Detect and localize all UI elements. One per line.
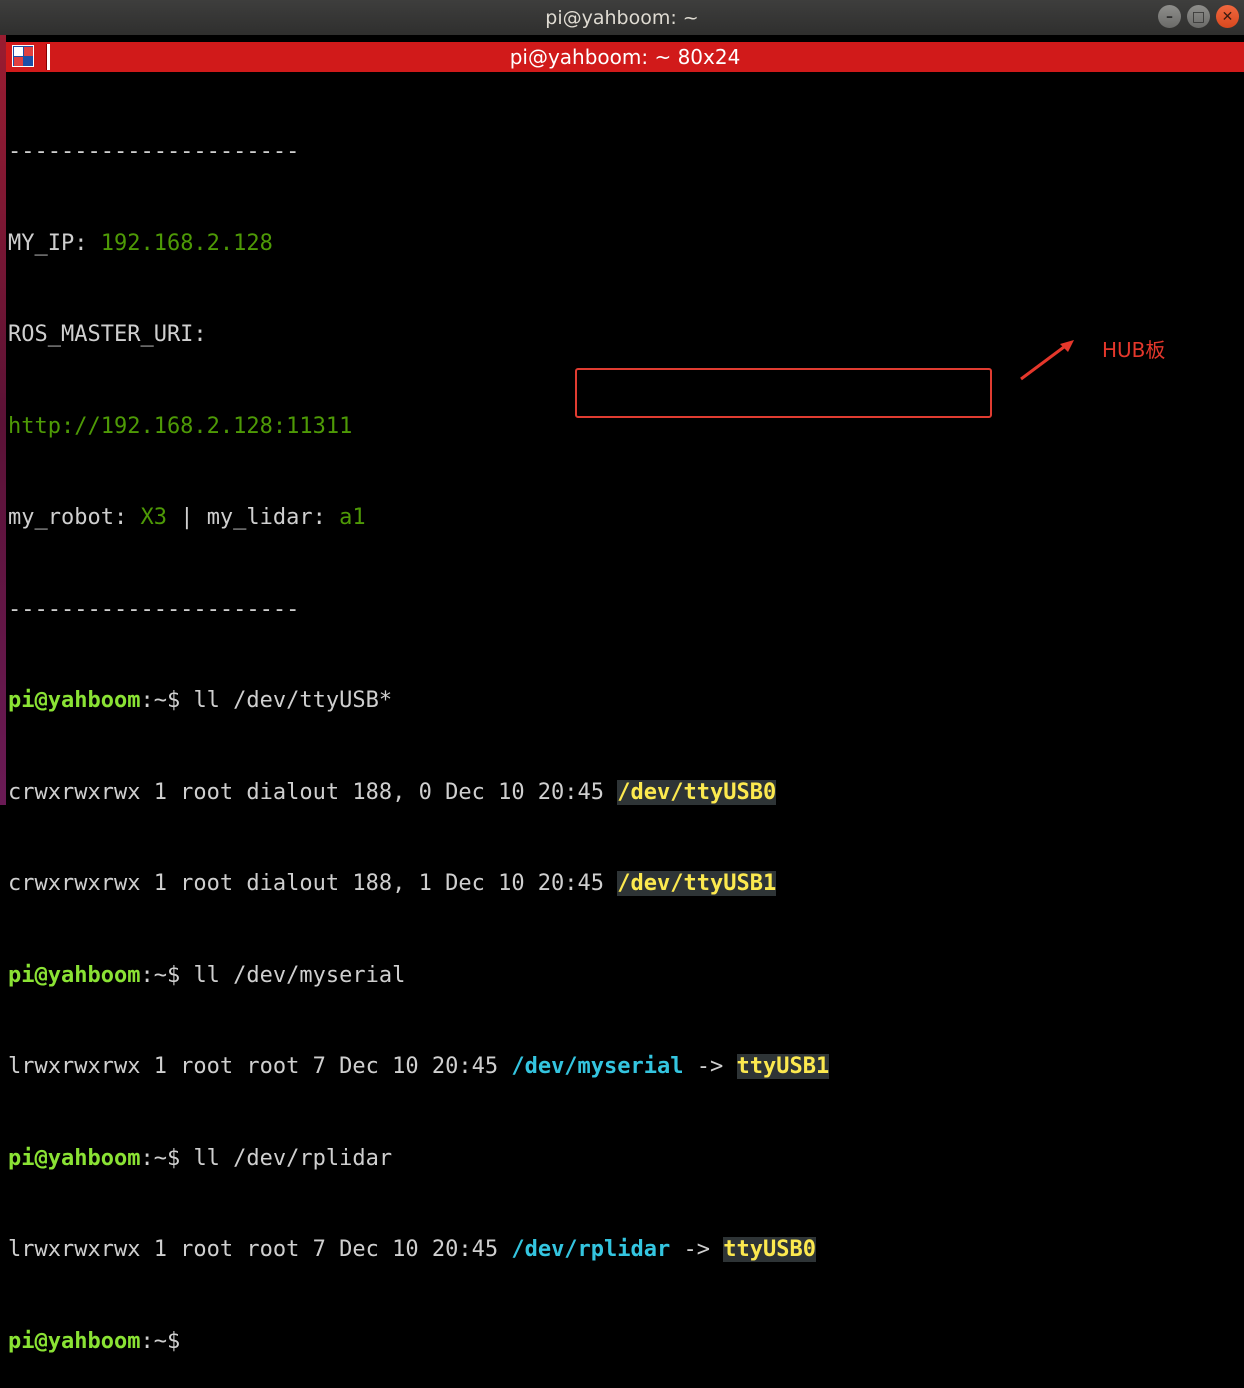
terminal-line: my_robot: X3 | my_lidar: a1 (8, 503, 1238, 534)
annotation-highlight-box (575, 368, 992, 418)
terminal-line: crwxrwxrwx 1 root dialout 188, 0 Dec 10 … (8, 778, 1238, 809)
file-meta: lrwxrwxrwx 1 root root 7 Dec 10 20:45 (8, 1054, 512, 1079)
device-path: /dev/ttyUSB0 (617, 779, 777, 805)
symlink-target: ttyUSB1 (736, 1054, 830, 1079)
terminal-output[interactable]: ---------------------- MY_IP: 192.168.2.… (8, 76, 1238, 1388)
window-controls: – □ ✕ (1158, 5, 1239, 28)
symlink-arrow: -> (670, 1237, 724, 1262)
terminal-line: pi@yahboom:~$ ll /dev/ttyUSB* (8, 686, 1238, 717)
terminal-line: ---------------------- (8, 595, 1238, 626)
prompt-suffix: :~$ (140, 962, 194, 988)
file-meta: lrwxrwxrwx 1 root root 7 Dec 10 20:45 (8, 1237, 512, 1262)
shell-prompt: pi@yahboom (8, 1145, 141, 1171)
terminal-line: pi@yahboom:~$ ll /dev/rplidar (8, 1144, 1238, 1175)
ros-master-value: http://192.168.2.128:11311 (8, 413, 353, 439)
lidar-value: a1 (339, 505, 366, 530)
terminal-line: pi@yahboom:~$ (8, 1327, 1238, 1358)
maximize-icon: □ (1191, 8, 1206, 25)
symlink-path: /dev/myserial (511, 1054, 684, 1079)
terminal-line: lrwxrwxrwx 1 root root 7 Dec 10 20:45 /d… (8, 1235, 1238, 1266)
shell-prompt: pi@yahboom (8, 962, 141, 988)
terminal-line: MY_IP: 192.168.2.128 (8, 229, 1238, 260)
separator-text: ---------------------- (8, 596, 300, 622)
prompt-suffix: :~$ (140, 1328, 194, 1354)
symlink-path: /dev/rplidar (511, 1237, 671, 1262)
desktop-edge (0, 35, 6, 805)
command-text: ll /dev/rplidar (193, 1145, 393, 1171)
my-ip-value: 192.168.2.128 (100, 230, 273, 256)
terminal-line: ---------------------- (8, 137, 1238, 168)
file-meta: crwxrwxrwx 1 root dialout 188, 0 Dec 10 … (8, 779, 618, 805)
robot-value: X3 (140, 505, 167, 530)
tab-title[interactable]: pi@yahboom: ~ 80x24 (510, 45, 741, 69)
command-text: ll /dev/myserial (193, 962, 406, 988)
symlink-target: ttyUSB0 (723, 1237, 816, 1262)
file-meta: crwxrwxrwx 1 root dialout 188, 1 Dec 10 … (8, 871, 618, 896)
minimize-button[interactable]: – (1158, 5, 1181, 28)
command-text: ll /dev/ttyUSB* (193, 688, 393, 713)
terminal-menu-icon[interactable] (12, 45, 34, 67)
ros-master-label: ROS_MASTER_URI: (8, 322, 207, 347)
separator-text: ---------------------- (8, 139, 300, 164)
close-icon: ✕ (1221, 8, 1234, 25)
prompt-suffix: :~$ (140, 688, 194, 713)
minimize-icon: – (1166, 8, 1173, 25)
tab-separator (46, 44, 50, 70)
terminal-tab-bar: pi@yahboom: ~ 80x24 (6, 42, 1244, 72)
terminal-line: crwxrwxrwx 1 root dialout 188, 1 Dec 10 … (8, 869, 1238, 900)
symlink-arrow: -> (683, 1054, 737, 1079)
robot-separator: | my_lidar: (166, 505, 340, 530)
annotation-arrow-icon (1020, 340, 1074, 381)
robot-label: my_robot: (8, 505, 141, 530)
my-ip-label: MY_IP: (8, 230, 101, 256)
maximize-button[interactable]: □ (1187, 5, 1210, 28)
close-button[interactable]: ✕ (1216, 5, 1239, 28)
terminal-line: lrwxrwxrwx 1 root root 7 Dec 10 20:45 /d… (8, 1052, 1238, 1083)
prompt-suffix: :~$ (140, 1145, 194, 1171)
shell-prompt: pi@yahboom (8, 1328, 141, 1354)
device-path: /dev/ttyUSB1 (617, 871, 777, 896)
annotation-label: HUB板 (1102, 338, 1166, 362)
window-titlebar[interactable]: pi@yahboom: ~ – □ ✕ (0, 0, 1244, 35)
window-title: pi@yahboom: ~ (545, 6, 699, 29)
terminal-line: pi@yahboom:~$ ll /dev/myserial (8, 961, 1238, 992)
shell-prompt: pi@yahboom (8, 688, 141, 713)
